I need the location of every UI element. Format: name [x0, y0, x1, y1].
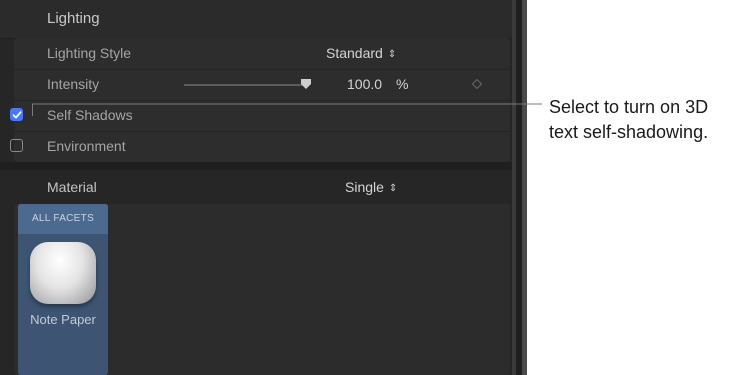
callout-line	[32, 103, 542, 116]
all-facets-card[interactable]: ALL FACETS Note Paper	[18, 204, 108, 375]
facet-tab[interactable]: ALL FACETS	[18, 204, 108, 234]
checkmark-icon	[12, 111, 22, 119]
intensity-value: 100.0	[347, 76, 383, 92]
intensity-slider-fill	[184, 84, 306, 86]
material-label: Material	[47, 179, 97, 195]
chevron-updown-icon: ⇕	[387, 49, 397, 60]
material-facets-area: ALL FACETS Note Paper	[14, 204, 510, 375]
environment-row: Environment	[10, 131, 510, 162]
chevron-updown-icon: ⇕	[388, 183, 398, 194]
lighting-style-label: Lighting Style	[47, 45, 132, 61]
material-swatch[interactable]	[30, 242, 96, 304]
section-divider	[0, 162, 512, 170]
intensity-value-field[interactable]: 100.0 %	[347, 76, 408, 92]
material-swatch-label: Note Paper	[30, 312, 96, 327]
lighting-section-header[interactable]: Lighting	[0, 0, 512, 39]
lighting-style-value: Standard	[326, 45, 383, 61]
lighting-style-popup[interactable]: Standard ⇕	[326, 45, 396, 61]
environment-checkbox[interactable]	[10, 139, 23, 152]
facet-tab-label: ALL FACETS	[31, 213, 95, 224]
slider-thumb-icon[interactable]	[301, 79, 311, 89]
lighting-style-row: Lighting Style Standard ⇕	[14, 38, 510, 70]
self-shadows-checkbox[interactable]	[10, 108, 23, 121]
intensity-unit: %	[395, 76, 409, 92]
intensity-slider[interactable]	[184, 79, 311, 89]
diamond-keyframe-icon[interactable]	[472, 79, 482, 89]
scrollbar[interactable]	[522, 0, 527, 375]
material-row: Material Single ⇕	[0, 170, 512, 204]
environment-label: Environment	[47, 138, 126, 154]
inspector-panel: Lighting Lighting Style Standard ⇕ Intens…	[0, 0, 512, 375]
intensity-row: Intensity 100.0 %	[14, 69, 510, 101]
material-popup[interactable]: Single ⇕	[345, 179, 397, 195]
intensity-label: Intensity	[47, 76, 100, 92]
lighting-section-title: Lighting	[47, 10, 100, 27]
callout-text: Select to turn on 3D text self-shadowing…	[549, 97, 709, 142]
material-value: Single	[345, 179, 384, 195]
